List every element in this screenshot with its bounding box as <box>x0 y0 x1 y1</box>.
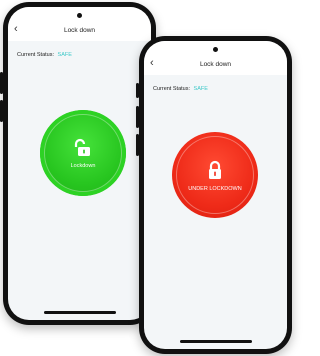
home-indicator <box>179 340 252 343</box>
phone-frame-unlocked: ‹ Lock down Current Status: SAFE Lockdow… <box>0 2 156 325</box>
phone-frame-locked: ‹ Lock down Current Status: SAFE UNDER L… <box>136 36 292 354</box>
screen: ‹ Lock down Current Status: SAFE Lockdow… <box>8 7 151 320</box>
side-button <box>136 134 139 156</box>
lockdown-button-label: Lockdown <box>70 162 96 169</box>
header: ‹ Lock down <box>8 7 151 41</box>
camera <box>77 13 82 18</box>
screen: ‹ Lock down Current Status: SAFE UNDER L… <box>144 41 287 349</box>
home-indicator <box>43 311 116 314</box>
side-button <box>136 106 139 128</box>
header: ‹ Lock down <box>144 41 287 75</box>
lockdown-button[interactable]: Lockdown <box>40 110 126 196</box>
side-button <box>0 72 3 94</box>
camera <box>213 47 218 52</box>
status-value: SAFE <box>57 52 72 58</box>
unlocked-padlock-icon <box>74 138 90 156</box>
status-label: Current Status: <box>153 86 190 92</box>
page-title: Lock down <box>63 27 96 34</box>
status-label: Current Status: <box>17 52 54 58</box>
locked-padlock-icon <box>209 160 221 179</box>
under-lockdown-label: UNDER LOCKDOWN <box>188 185 242 192</box>
page-title: Lock down <box>199 61 232 68</box>
status-line: Current Status: SAFE <box>17 52 72 58</box>
status-line: Current Status: SAFE <box>153 86 208 92</box>
status-value: SAFE <box>193 86 208 92</box>
under-lockdown-button[interactable]: UNDER LOCKDOWN <box>172 132 258 218</box>
side-button <box>136 83 139 98</box>
side-button <box>0 100 3 122</box>
